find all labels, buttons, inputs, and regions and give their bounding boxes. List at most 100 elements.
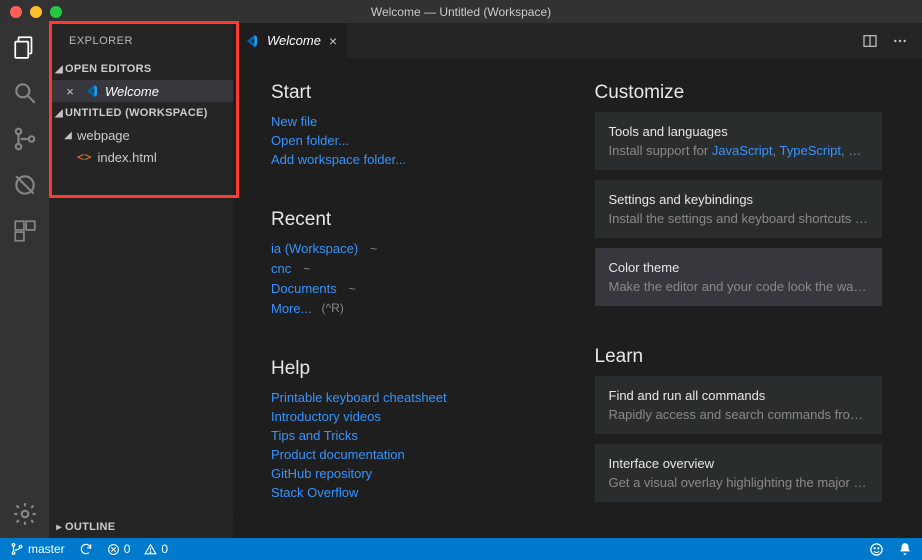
debug-icon[interactable] — [11, 171, 39, 199]
card-title: Tools and languages — [609, 124, 869, 139]
chevron-down-icon: ◢ — [63, 130, 73, 141]
tabs-bar: Welcome × — [233, 23, 922, 58]
learn-section: Learn Find and run all commands Rapidly … — [595, 346, 883, 502]
recent-path: ~ — [303, 260, 310, 279]
file-item[interactable]: <> index.html — [49, 146, 233, 168]
card-title: Interface overview — [609, 456, 869, 471]
notifications-icon[interactable] — [898, 542, 912, 556]
help-section: Help Printable keyboard cheatsheet Intro… — [271, 358, 559, 502]
window-title: Welcome — Untitled (Workspace) — [0, 5, 922, 19]
card-title: Find and run all commands — [609, 388, 869, 403]
chevron-right-icon: ▸ — [53, 522, 65, 533]
workspace-label: UNTITLED (WORKSPACE) — [65, 107, 208, 119]
open-editor-label: Welcome — [105, 84, 159, 99]
learn-heading: Learn — [595, 346, 883, 368]
recent-item[interactable]: ia (Workspace) ~ — [271, 239, 559, 259]
open-folder-link[interactable]: Open folder... — [271, 131, 559, 150]
recent-item[interactable]: Documents ~ — [271, 279, 559, 299]
outline-label: OUTLINE — [65, 521, 115, 533]
sidebar: EXPLORER ◢ OPEN EDITORS × Welcome ◢ UNTI… — [49, 23, 233, 538]
tab-label: Welcome — [267, 33, 321, 48]
file-label: index.html — [97, 150, 156, 165]
new-file-link[interactable]: New file — [271, 112, 559, 131]
start-section: Start New file Open folder... Add worksp… — [271, 82, 559, 169]
help-link[interactable]: Tips and Tricks — [271, 426, 559, 445]
extensions-icon[interactable] — [11, 217, 39, 245]
recent-more-hint: (^R) — [321, 299, 343, 318]
tab-welcome[interactable]: Welcome × — [233, 23, 348, 58]
welcome-right-column: Customize Tools and languages Install su… — [595, 82, 883, 514]
learn-card-overview[interactable]: Interface overview Get a visual overlay … — [595, 444, 883, 502]
recent-heading: Recent — [271, 209, 559, 231]
help-link[interactable]: Introductory videos — [271, 407, 559, 426]
card-subtitle: Install the settings and keyboard shortc… — [609, 211, 869, 226]
recent-section: Recent ia (Workspace) ~ cnc ~ Documents … — [271, 209, 559, 318]
card-subtitle: Install support for JavaScript, TypeScri… — [609, 143, 869, 158]
sidebar-title: EXPLORER — [49, 23, 233, 58]
titlebar: Welcome — Untitled (Workspace) — [0, 0, 922, 23]
lang-link[interactable]: TypeScript — [780, 143, 841, 158]
chevron-down-icon: ◢ — [53, 64, 65, 75]
help-link[interactable]: Stack Overflow — [271, 483, 559, 502]
recent-name[interactable]: ia (Workspace) — [271, 239, 358, 258]
customize-card-theme[interactable]: Color theme Make the editor and your cod… — [595, 248, 883, 306]
explorer-icon[interactable] — [11, 33, 39, 61]
open-editor-item[interactable]: × Welcome — [49, 80, 233, 102]
help-link[interactable]: GitHub repository — [271, 464, 559, 483]
vscode-file-icon — [83, 83, 99, 99]
card-subtitle: Make the editor and your code look the w… — [609, 279, 869, 294]
window-close-button[interactable] — [10, 6, 22, 18]
chevron-down-icon: ◢ — [53, 108, 65, 119]
window-maximize-button[interactable] — [50, 6, 62, 18]
folder-item[interactable]: ◢ webpage — [49, 124, 233, 146]
customize-heading: Customize — [595, 82, 883, 104]
window-controls — [0, 6, 62, 18]
branch-name: master — [28, 542, 65, 556]
card-title: Settings and keybindings — [609, 192, 869, 207]
start-heading: Start — [271, 82, 559, 104]
close-icon[interactable]: × — [329, 33, 337, 49]
more-actions-icon[interactable] — [892, 33, 908, 49]
recent-item[interactable]: cnc ~ — [271, 259, 559, 279]
open-editors-header[interactable]: ◢ OPEN EDITORS — [49, 58, 233, 80]
add-workspace-folder-link[interactable]: Add workspace folder... — [271, 150, 559, 169]
search-icon[interactable] — [11, 79, 39, 107]
help-link[interactable]: Printable keyboard cheatsheet — [271, 388, 559, 407]
lang-link[interactable]: Pyt… — [848, 143, 868, 158]
welcome-page: Start New file Open folder... Add worksp… — [233, 58, 922, 538]
source-control-icon[interactable] — [11, 125, 39, 153]
customize-card-settings[interactable]: Settings and keybindings Install the set… — [595, 180, 883, 238]
workspace-header[interactable]: ◢ UNTITLED (WORKSPACE) — [49, 102, 233, 124]
split-editor-icon[interactable] — [862, 33, 878, 49]
customize-card-tools[interactable]: Tools and languages Install support for … — [595, 112, 883, 170]
status-bar: master 0 0 — [0, 538, 922, 560]
sync-status[interactable] — [79, 542, 93, 556]
vscode-file-icon — [243, 33, 259, 49]
customize-section: Customize Tools and languages Install su… — [595, 82, 883, 306]
lang-link[interactable]: JavaScript — [712, 143, 773, 158]
activity-bar — [0, 23, 49, 538]
welcome-left-column: Start New file Open folder... Add worksp… — [271, 82, 559, 514]
help-heading: Help — [271, 358, 559, 380]
window-minimize-button[interactable] — [30, 6, 42, 18]
recent-name[interactable]: cnc — [271, 259, 291, 278]
card-subtitle: Rapidly access and search commands from … — [609, 407, 869, 422]
editor-area: Welcome × Start New file Open fold — [233, 23, 922, 538]
card-subtitle: Get a visual overlay highlighting the ma… — [609, 475, 869, 490]
gear-icon[interactable] — [11, 500, 39, 528]
recent-more-link[interactable]: More... — [271, 299, 311, 318]
outline-header[interactable]: ▸ OUTLINE — [49, 516, 233, 538]
close-icon[interactable]: × — [63, 84, 77, 99]
warnings-status[interactable]: 0 — [144, 542, 168, 556]
error-count: 0 — [124, 542, 131, 556]
errors-status[interactable]: 0 — [107, 542, 131, 556]
feedback-icon[interactable] — [869, 542, 884, 557]
warning-count: 0 — [161, 542, 168, 556]
html-file-icon: <> — [77, 150, 91, 164]
recent-name[interactable]: Documents — [271, 279, 337, 298]
open-editors-label: OPEN EDITORS — [65, 63, 152, 75]
learn-card-commands[interactable]: Find and run all commands Rapidly access… — [595, 376, 883, 434]
card-title: Color theme — [609, 260, 869, 275]
git-branch-status[interactable]: master — [10, 542, 65, 556]
help-link[interactable]: Product documentation — [271, 445, 559, 464]
